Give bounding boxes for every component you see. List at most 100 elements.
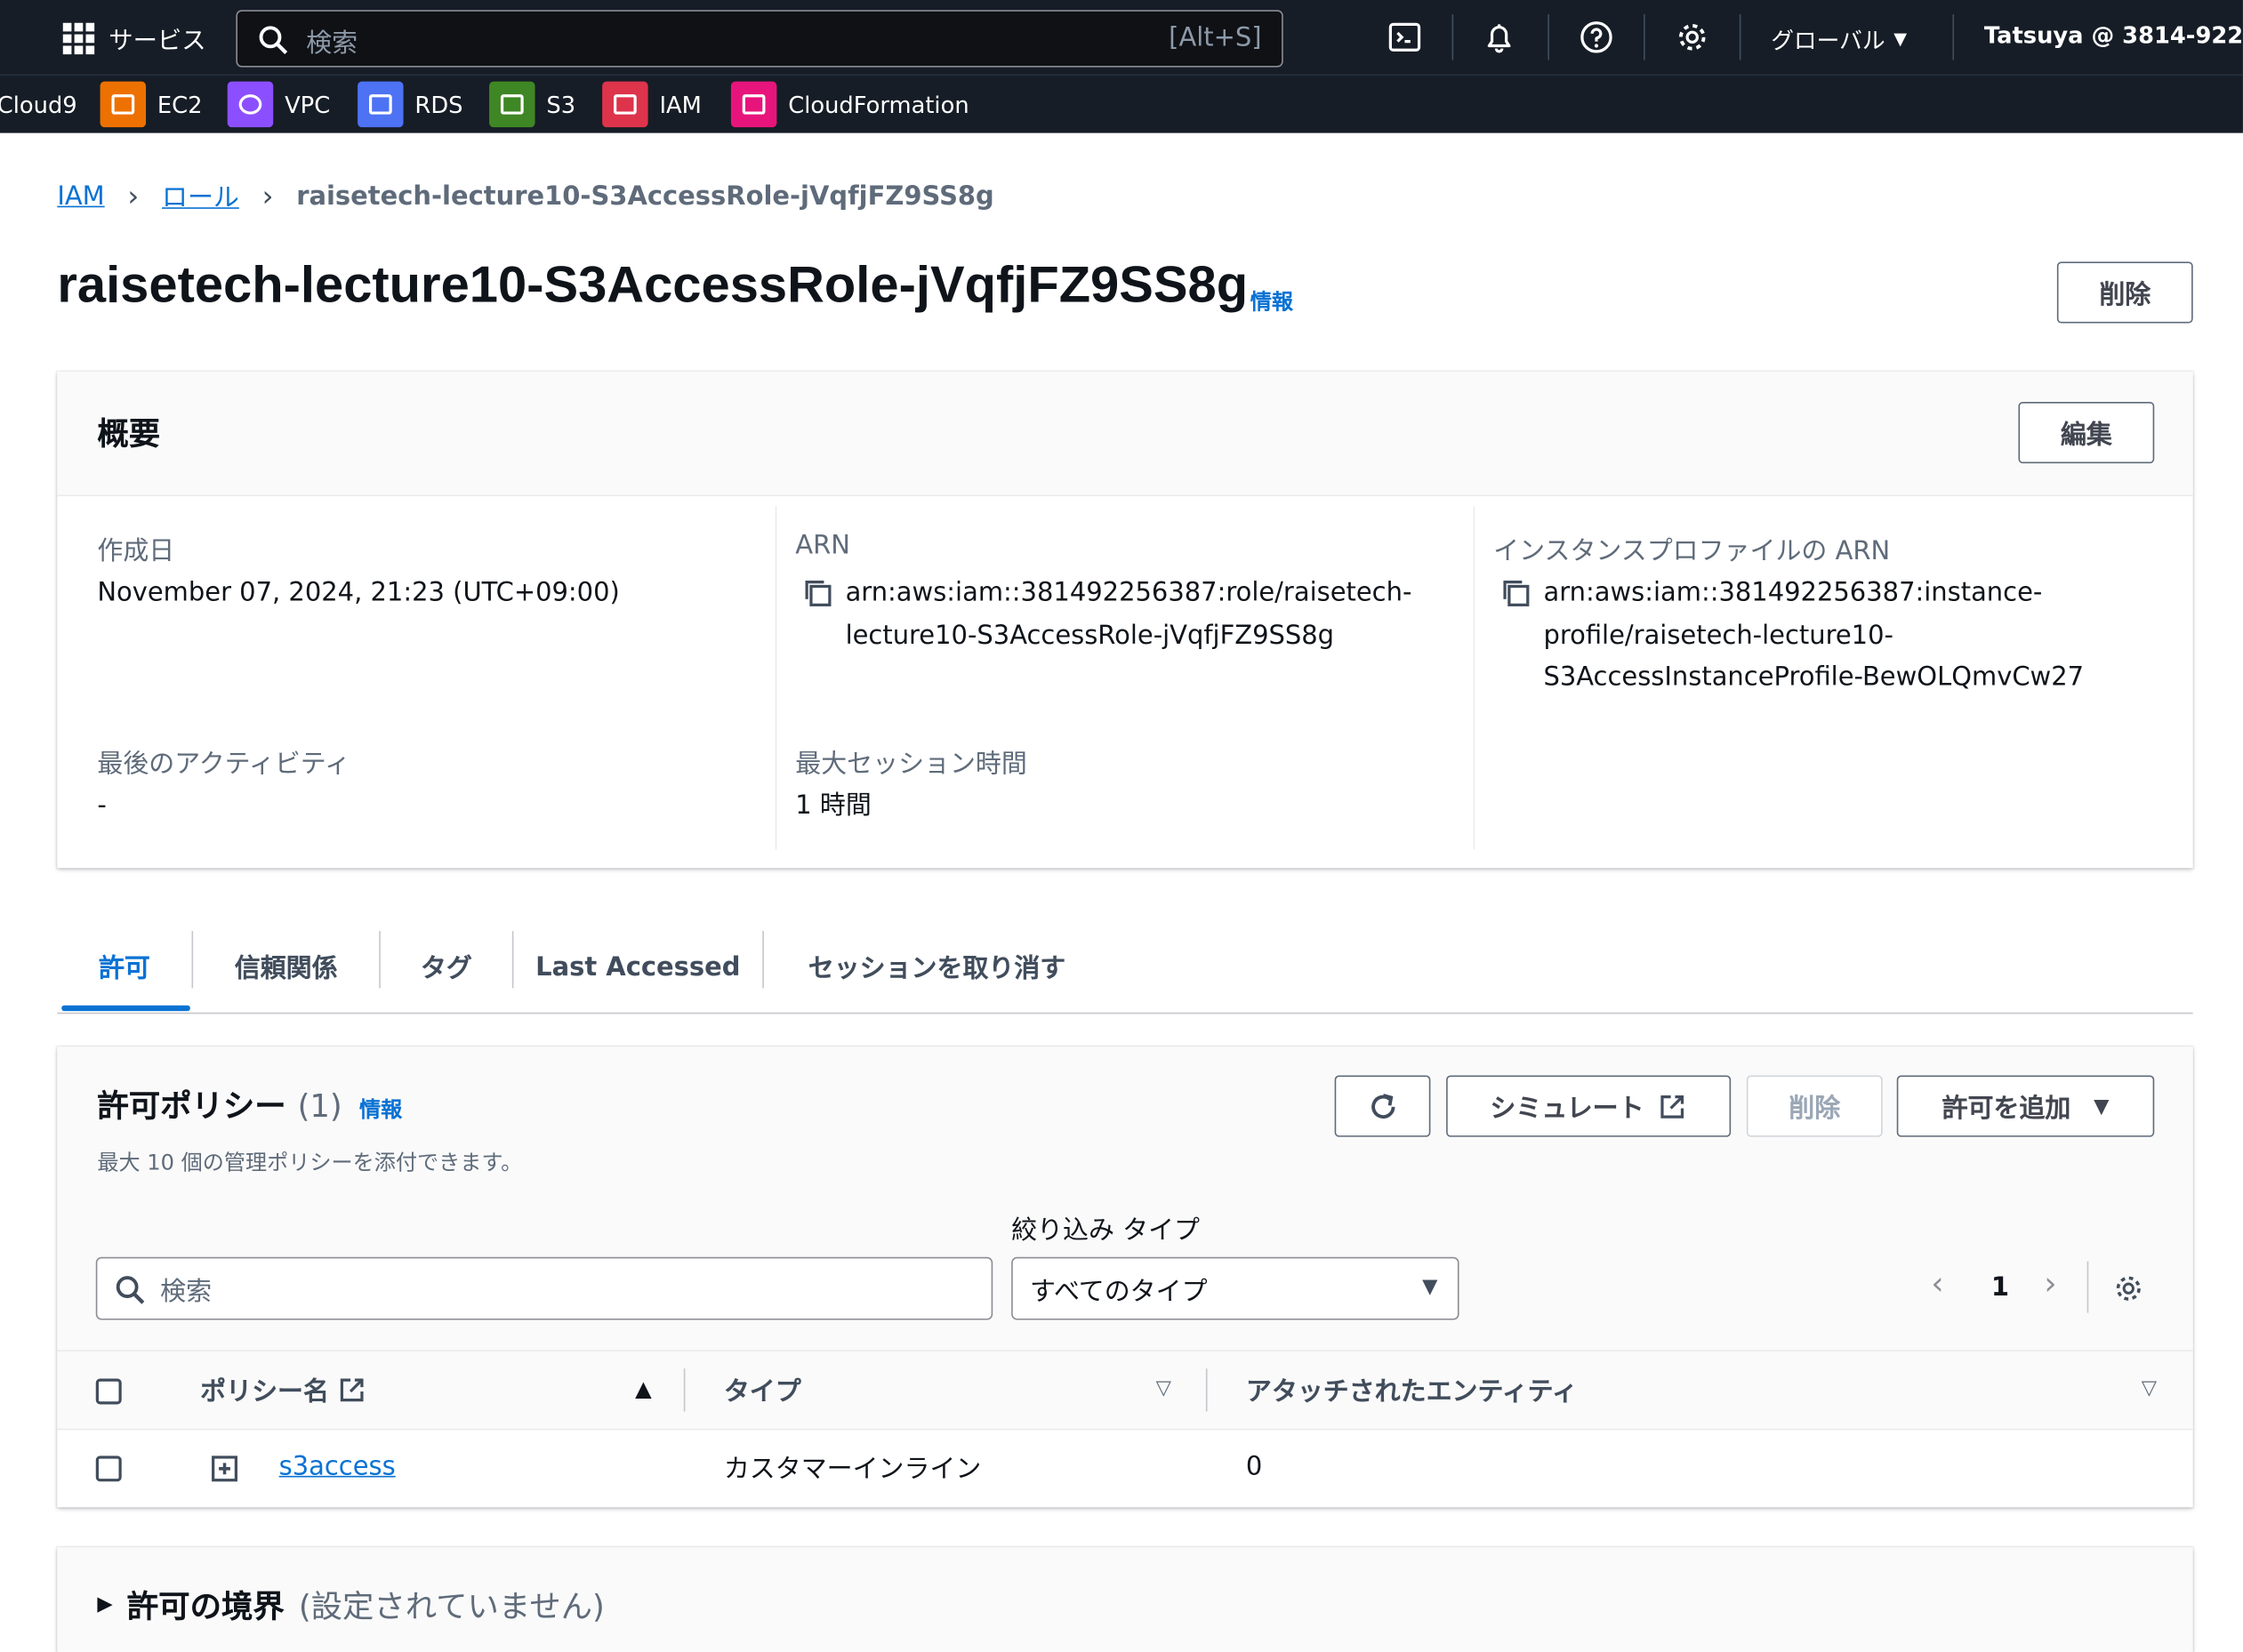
current-page-number[interactable]: 1 [1991, 1272, 2009, 1303]
favorite-vpc[interactable]: VPC [227, 81, 330, 128]
search-icon [259, 26, 288, 54]
tab-last-accessed[interactable]: Last Accessed [513, 922, 762, 1011]
refresh-icon [1371, 1093, 1395, 1119]
edit-label: 編集 [2060, 420, 2112, 450]
services-label: サービス [109, 27, 206, 56]
edit-button[interactable]: 編集 [2018, 401, 2155, 464]
sort-icon[interactable]: ▽ [1156, 1377, 1171, 1400]
role-tabs: 許可 信頼関係 タグ Last Accessed セッションを取り消す [57, 922, 2193, 1014]
account-menu[interactable]: Tatsuya @ 3814-9225-6 [1984, 21, 2243, 49]
copy-instance-profile-arn-icon[interactable] [1500, 578, 1532, 609]
policy-attached-entities: 0 [1245, 1451, 1263, 1482]
favorite-s3[interactable]: S3 [489, 81, 576, 128]
arn-label: ARN [795, 530, 850, 561]
filter-type-value: すべてのタイプ [1030, 1277, 1208, 1308]
expand-row-icon[interactable] [210, 1455, 238, 1483]
favorite-rds[interactable]: RDS [358, 81, 462, 128]
chevron-right-icon: › [127, 179, 140, 213]
tab-trust-relationships[interactable]: 信頼関係 [193, 922, 379, 1011]
select-all-checkbox[interactable] [95, 1378, 122, 1405]
policy-search-input[interactable]: 検索 [95, 1256, 993, 1320]
tab-permissions[interactable]: 許可 [57, 922, 191, 1011]
rds-icon [358, 81, 404, 128]
simulate-button[interactable]: シミュレート [1446, 1075, 1732, 1137]
s3-icon [489, 81, 535, 128]
breadcrumb: IAM › ロール › raisetech-lecture10-S3Access… [57, 177, 993, 214]
tab-tags[interactable]: タグ [381, 922, 512, 1011]
column-policy-name[interactable]: ポリシー名 [200, 1371, 366, 1408]
title-info-link[interactable]: 情報 [1250, 286, 1293, 317]
last-activity-value: - [97, 790, 107, 822]
favorite-cloudformation[interactable]: CloudFormation [730, 81, 969, 128]
permissions-boundary-section[interactable]: ▶ 許可の境界 (設定されていません) [57, 1547, 2193, 1652]
add-permissions-button[interactable]: 許可を追加 ▼ [1896, 1075, 2155, 1137]
caret-right-icon: ▶ [97, 1592, 113, 1616]
policies-heading: 許可ポリシー [97, 1089, 286, 1126]
refresh-button[interactable] [1334, 1075, 1431, 1137]
delete-role-label: 削除 [2099, 279, 2151, 310]
permissions-boundary-status: (設定されていません) [298, 1590, 605, 1626]
region-selector[interactable]: グローバル ▼ [1771, 21, 1907, 56]
column-policy-name-label: ポリシー名 [200, 1376, 329, 1407]
policy-name-link[interactable]: s3access [279, 1452, 396, 1482]
tab-revoke-sessions[interactable]: セッションを取り消す [764, 922, 1110, 1011]
help-icon[interactable] [1580, 20, 1614, 55]
page-root: サービス 検索 [Alt+S] グローバル ▼ Tatsuya @ 3814-9… [0, 0, 2243, 1652]
sort-ascending-icon[interactable]: ▲ [635, 1375, 652, 1401]
cloudshell-icon[interactable] [1387, 20, 1422, 55]
services-menu[interactable]: サービス [62, 20, 206, 56]
max-session-label: 最大セッション時間 [795, 749, 1027, 780]
copy-arn-icon[interactable] [802, 578, 833, 609]
external-link-icon [1660, 1095, 1684, 1118]
favorite-label: S3 [546, 91, 576, 118]
favorite-label: IAM [659, 91, 702, 118]
global-search-input[interactable]: 検索 [Alt+S] [236, 10, 1283, 68]
instance-profile-arn-label: インスタンスプロファイルの ARN [1493, 536, 1891, 566]
arn-value-line1: arn:aws:iam::381492256387:role/raisetech… [845, 577, 1412, 608]
favorites-bar: Cloud9 EC2 VPC RDS S3 IAM CloudFormation [0, 74, 2243, 133]
policy-search-placeholder: 検索 [160, 1277, 213, 1308]
filter-type-label: 絞り込み タイプ [1011, 1215, 1201, 1246]
table-row: s3access カスタマーインライン 0 [57, 1430, 2192, 1507]
row-checkbox[interactable] [95, 1456, 122, 1482]
notifications-bell-icon[interactable] [1482, 20, 1516, 55]
simulate-label: シミュレート [1490, 1093, 1644, 1124]
search-icon [116, 1276, 145, 1304]
ec2-icon [100, 81, 147, 128]
favorite-iam[interactable]: IAM [602, 81, 702, 128]
caret-down-icon: ▼ [1893, 28, 1908, 49]
table-preferences-gear-icon[interactable] [2113, 1272, 2144, 1303]
breadcrumb-roles-link[interactable]: ロール [162, 177, 239, 214]
column-attached-entities[interactable]: アタッチされたエンティティ [1246, 1371, 1578, 1408]
favorite-cloud9[interactable]: Cloud9 [0, 82, 77, 127]
delete-role-button[interactable]: 削除 [2056, 261, 2193, 324]
permission-policies-card: 許可ポリシー (1) 情報 最大 10 個の管理ポリシーを添付できます。 シミュ… [57, 1047, 2193, 1508]
column-type[interactable]: タイプ [724, 1371, 801, 1408]
delete-policy-button[interactable]: 削除 [1746, 1075, 1883, 1137]
favorite-ec2[interactable]: EC2 [100, 81, 203, 128]
caret-down-icon: ▼ [2094, 1095, 2110, 1118]
permissions-boundary-header[interactable]: ▶ 許可の境界 (設定されていません) [97, 1582, 604, 1627]
policies-count: (1) [297, 1089, 342, 1126]
policies-heading-row: 許可ポリシー (1) 情報 [97, 1081, 402, 1127]
search-shortcut: [Alt+S] [1169, 22, 1262, 53]
caret-down-icon: ▼ [1422, 1275, 1438, 1299]
sort-icon[interactable]: ▽ [2142, 1377, 2157, 1400]
add-permissions-label: 許可を追加 [1942, 1093, 2071, 1124]
favorite-label: CloudFormation [788, 91, 969, 118]
breadcrumb-current: raisetech-lecture10-S3AccessRole-jVqfjFZ… [296, 180, 994, 212]
settings-gear-icon[interactable] [1675, 20, 1709, 55]
next-page-icon[interactable]: › [2044, 1267, 2056, 1303]
filter-type-select[interactable]: すべてのタイプ ▼ [1011, 1256, 1459, 1320]
chevron-right-icon: › [261, 179, 274, 213]
policies-info-link[interactable]: 情報 [359, 1094, 402, 1124]
breadcrumb-iam-link[interactable]: IAM [57, 180, 104, 211]
favorite-label: Cloud9 [0, 91, 77, 118]
policy-type: カスタマーインライン [723, 1454, 982, 1485]
cloudformation-icon [730, 81, 777, 128]
created-date-label: 作成日 [97, 536, 175, 566]
last-activity-label: 最後のアクティビティ [97, 749, 350, 780]
apps-grid-icon [62, 21, 95, 54]
summary-heading: 概要 [97, 417, 161, 453]
previous-page-icon[interactable]: ‹ [1931, 1267, 1943, 1303]
